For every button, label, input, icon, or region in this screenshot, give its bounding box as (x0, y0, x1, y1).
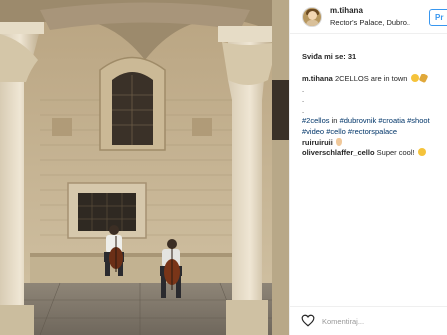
post-username[interactable]: m.tihana (330, 6, 363, 15)
caption-row: m.tihana 2CELLOS are in town (302, 74, 447, 85)
smiling-face-icon (417, 148, 426, 157)
caption-text: 2CELLOS are in town (334, 74, 408, 83)
comment-bar (290, 306, 447, 335)
caption-dot: . (302, 84, 305, 94)
post-image-cellists-rectors-palace (0, 0, 289, 335)
caption-hashtags-line-1: #2cellos in #dubrovnik #croatia #shoot (302, 116, 447, 127)
comment-input[interactable] (322, 314, 432, 328)
hashtag-link[interactable]: #cello (326, 127, 346, 136)
post-side-panel: m.tihana Rector's Palace, Dubro... Pr Sv… (289, 0, 447, 335)
hashtag-link[interactable]: #video (302, 127, 324, 136)
comment-author[interactable]: ruiruiruii (302, 138, 333, 147)
post-location[interactable]: Rector's Palace, Dubro... (330, 18, 410, 27)
comment-text: Super cool! (376, 148, 415, 158)
avatar[interactable] (302, 7, 322, 27)
comment-author[interactable]: oliverschlaffer_cello (302, 148, 375, 157)
post-photo[interactable] (0, 0, 289, 335)
caption-word: in (331, 116, 338, 126)
caption-dot: . (302, 105, 305, 115)
comment-row: ruiruiruii (302, 137, 447, 149)
caption-hashtags-line-2: #video #cello #rectorspalace (302, 127, 447, 138)
follow-button[interactable]: Pr (429, 9, 447, 26)
heart-outline-icon[interactable] (301, 314, 315, 327)
hashtag-link[interactable]: #dubrovnik (340, 116, 377, 125)
hashtag-link[interactable]: #2cellos (302, 116, 330, 125)
comments-list: m.tihana 2CELLOS are in town . . . #2cel… (302, 74, 447, 159)
saxophone-icon (418, 74, 428, 84)
comment-row: oliverschlaffer_cello Super cool! (302, 148, 447, 159)
hashtag-link[interactable]: #shoot (407, 116, 430, 125)
caption-dot: . (302, 95, 305, 105)
post-header: m.tihana Rector's Palace, Dubro... Pr (290, 0, 447, 34)
hashtag-link[interactable]: #rectorspalace (348, 127, 397, 136)
smiling-face-icon (410, 74, 419, 82)
caption-author[interactable]: m.tihana (302, 74, 333, 83)
clapping-hands-icon (335, 137, 342, 146)
likes-count[interactable]: Sviđa mi se: 31 (302, 52, 356, 61)
hashtag-link[interactable]: #croatia (378, 116, 405, 125)
